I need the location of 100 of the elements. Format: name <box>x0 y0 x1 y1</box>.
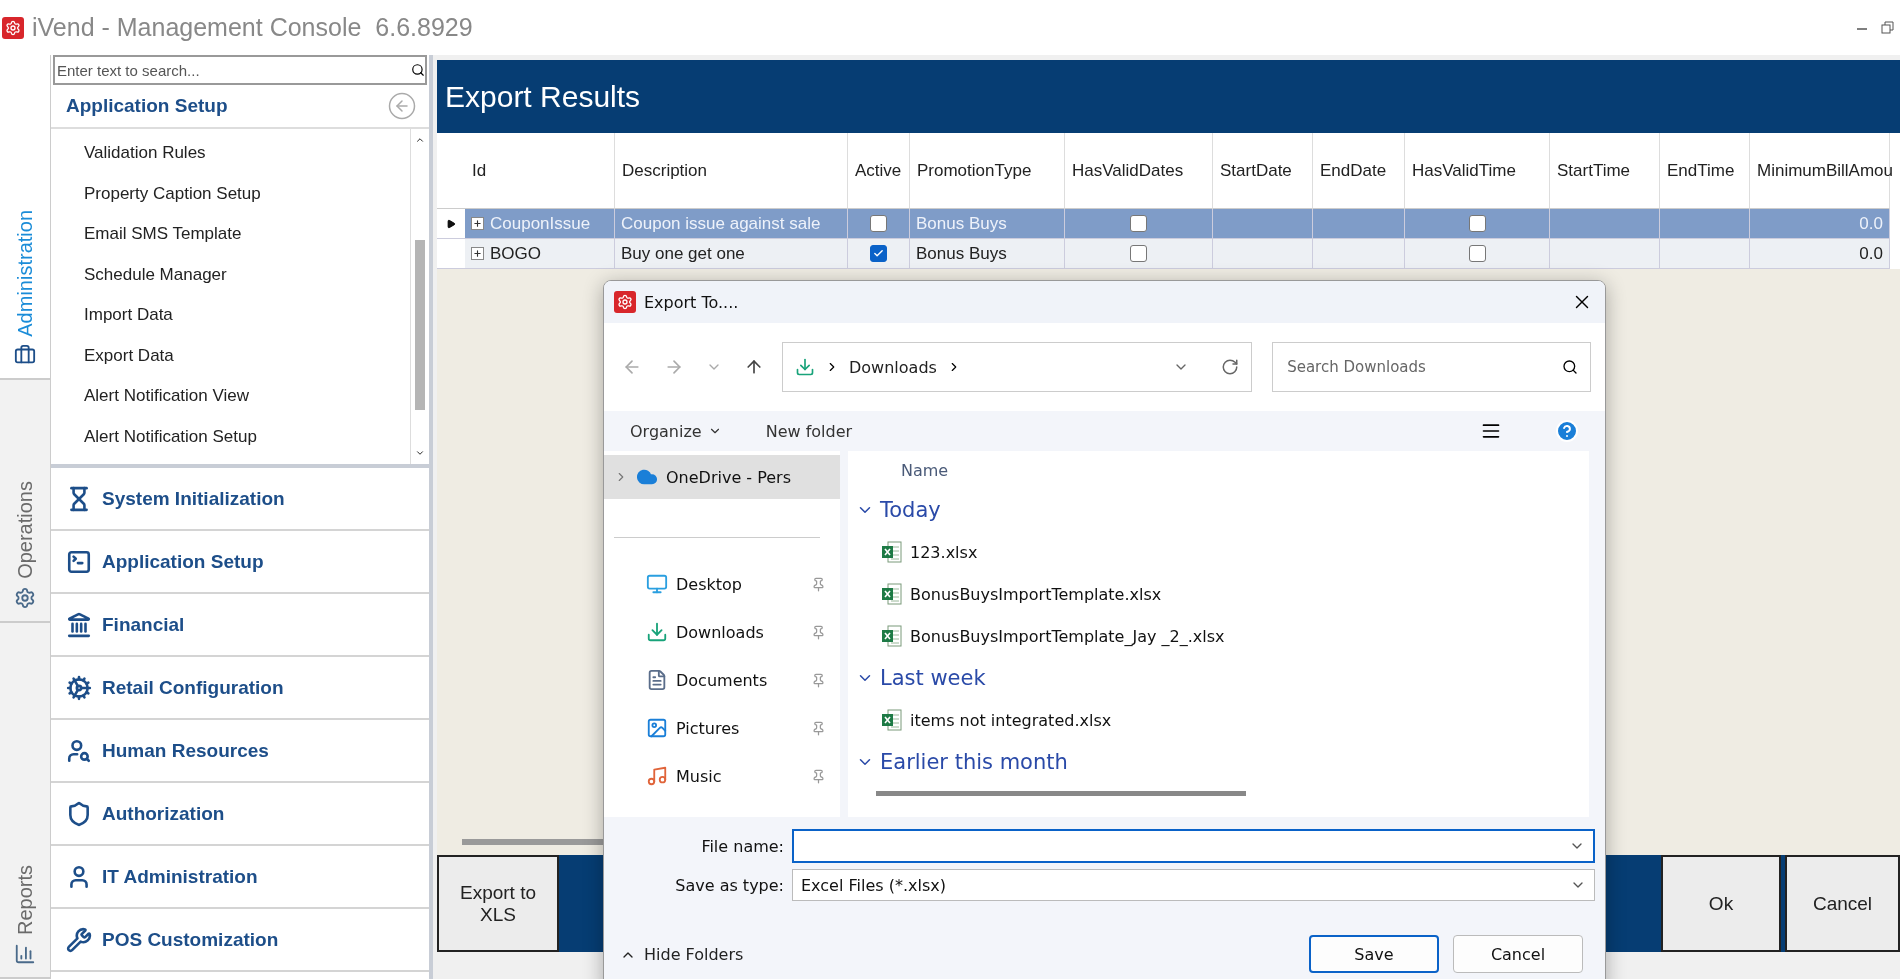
download-icon <box>646 621 668 643</box>
organize-button[interactable]: Organize <box>630 421 722 441</box>
search-icon[interactable] <box>1562 359 1578 375</box>
cancel-button[interactable]: Cancel <box>1785 855 1900 952</box>
menu-item[interactable]: Email SMS Template <box>51 214 410 255</box>
search-field[interactable]: Enter text to search... <box>53 55 427 85</box>
plus-icon <box>473 219 482 228</box>
nav-label: Documents <box>676 670 768 690</box>
check-icon <box>873 248 884 259</box>
checkbox[interactable] <box>1468 215 1486 232</box>
nav-group[interactable]: POS Customization <box>51 909 429 972</box>
nav-item[interactable]: Pictures <box>604 704 840 752</box>
hide-folders-button[interactable]: Hide Folders <box>620 945 744 964</box>
spreadsheet-file-icon <box>882 541 902 563</box>
refresh-icon[interactable] <box>1221 358 1240 376</box>
menu-item[interactable]: Schedule Manager <box>51 254 410 295</box>
report-icon <box>14 943 36 965</box>
nav-group[interactable]: Authorization <box>51 783 429 846</box>
path-segment[interactable]: Downloads <box>849 357 937 377</box>
nav-group[interactable]: Human Resources <box>51 720 429 783</box>
scrollbar[interactable] <box>876 791 1246 796</box>
address-bar[interactable]: Downloads <box>782 342 1253 392</box>
nav-item[interactable]: Documents <box>604 656 840 704</box>
file-item[interactable]: BonusBuysImportTemplate.xlsx <box>856 573 1589 615</box>
cancel-button[interactable]: Cancel <box>1453 935 1583 973</box>
cell-text: Bonus Buys <box>916 243 1007 264</box>
file-item[interactable]: BonusBuysImportTemplate_Jay _2_.xlsx <box>856 615 1589 657</box>
search-input[interactable]: Search Downloads <box>1285 357 1562 377</box>
save-button[interactable]: Save <box>1309 935 1439 973</box>
group-header[interactable]: Last week <box>856 657 1589 699</box>
section-title: Application Setup <box>66 95 228 117</box>
checkbox[interactable] <box>1130 245 1147 262</box>
menu-item[interactable]: Property Caption Setup <box>51 173 410 214</box>
document-icon <box>646 669 668 691</box>
search-input[interactable]: Enter text to search... <box>55 60 411 80</box>
checkbox[interactable] <box>1130 215 1147 232</box>
view-menu-icon[interactable] <box>1481 421 1501 441</box>
cell-text: Bonus Buys <box>916 213 1007 234</box>
file-name-field[interactable] <box>792 829 1595 863</box>
checkbox[interactable] <box>1468 245 1486 262</box>
pin-icon[interactable] <box>811 624 826 640</box>
group-header[interactable]: Today <box>856 489 1589 531</box>
checkbox[interactable] <box>870 215 887 232</box>
spreadsheet-file-icon <box>882 583 902 605</box>
plus-icon <box>473 249 482 258</box>
nav-item[interactable]: OneDrive - Pers <box>604 455 840 499</box>
scroll-down-icon[interactable] <box>415 448 425 458</box>
menu-item[interactable]: Export Data <box>51 335 410 376</box>
pin-icon[interactable] <box>811 576 826 592</box>
nav-label: OneDrive - Pers <box>666 467 791 487</box>
panel-title: Export Results <box>437 60 1900 133</box>
nav-label: Downloads <box>676 622 764 642</box>
app-logo-icon <box>614 291 636 313</box>
nav-group[interactable]: System Initialization <box>51 468 429 531</box>
nav-item[interactable]: Desktop <box>604 560 840 608</box>
expand-icon[interactable] <box>471 217 484 230</box>
nav-group[interactable]: Financial <box>51 594 429 657</box>
side-tab[interactable]: Reports <box>0 622 50 979</box>
side-tab[interactable]: Operations <box>0 380 50 623</box>
ok-button[interactable]: Ok <box>1661 855 1781 952</box>
nav-label: Music <box>676 766 722 786</box>
cell-text: 0.0 <box>1859 243 1883 264</box>
menu-item[interactable]: Import Data <box>51 295 410 336</box>
bank-icon <box>66 611 92 638</box>
scroll-up-icon[interactable] <box>415 135 425 145</box>
app-logo-icon <box>2 16 24 39</box>
nav-group[interactable]: IT Administration <box>51 846 429 909</box>
nav-group[interactable]: Retail Configuration <box>51 657 429 720</box>
field-label: File name: <box>700 836 784 856</box>
group-header[interactable]: Earlier this month <box>856 741 1589 783</box>
help-icon[interactable] <box>1555 419 1579 443</box>
menu-item[interactable]: Alert Notification Setup <box>51 416 410 457</box>
nav-label: Desktop <box>676 574 742 594</box>
pin-icon[interactable] <box>811 720 826 736</box>
checkbox[interactable] <box>870 245 887 262</box>
export-button[interactable]: Export to XLS <box>437 855 559 952</box>
file-type-dropdown[interactable]: Excel Files (*.xlsx) <box>792 869 1595 901</box>
menu-item[interactable]: Validation Rules <box>51 133 410 174</box>
menu-item[interactable]: Alert Notification View <box>51 376 410 417</box>
search-icon[interactable] <box>411 63 425 77</box>
picture-icon <box>646 717 668 739</box>
search-field[interactable]: Search Downloads <box>1272 342 1591 392</box>
back-icon[interactable] <box>387 91 417 121</box>
monitor-icon <box>646 573 668 595</box>
nav-item[interactable]: Music <box>604 752 840 800</box>
expand-icon[interactable] <box>471 247 484 260</box>
file-item[interactable]: items not integrated.xlsx <box>856 699 1589 741</box>
file-item[interactable]: 123.xlsx <box>856 531 1589 573</box>
nav-item[interactable]: Downloads <box>604 608 840 656</box>
restore-icon[interactable] <box>1881 21 1894 34</box>
current-row-icon <box>446 218 456 229</box>
cell-text: Coupon issue against sale <box>621 213 821 234</box>
pin-icon[interactable] <box>811 768 826 784</box>
new-folder-button[interactable]: New folder <box>765 421 853 441</box>
nav-label: Pictures <box>676 718 740 738</box>
cell-text: 0.0 <box>1859 213 1883 234</box>
nav-group[interactable]: Application Setup <box>51 531 429 594</box>
pin-icon[interactable] <box>811 672 826 688</box>
person-search-icon <box>66 737 92 764</box>
column-header[interactable]: Name <box>856 451 1589 489</box>
